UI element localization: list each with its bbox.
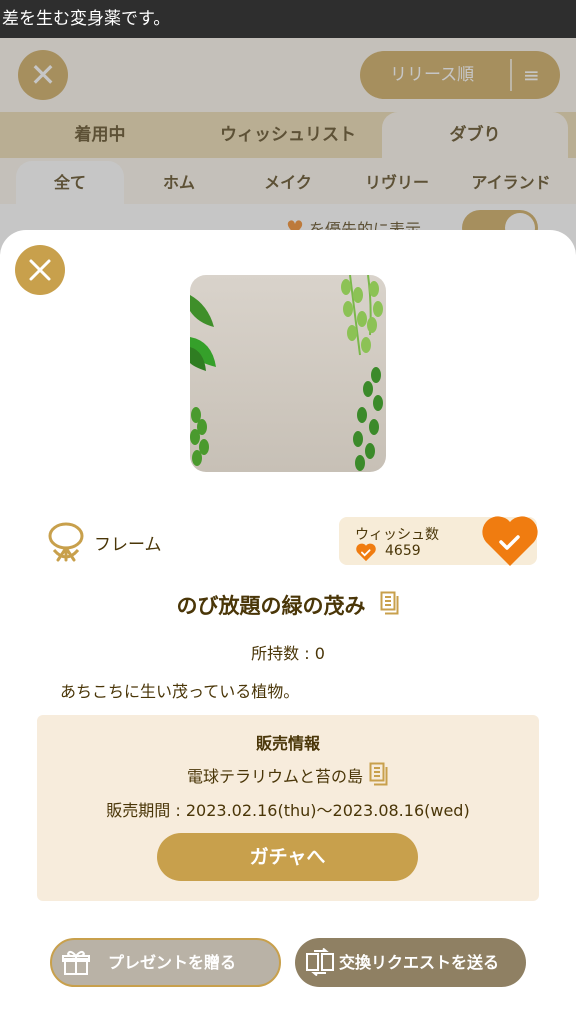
copy-icon[interactable]: [369, 762, 389, 786]
trade-request-label: 交換リクエストを送る: [339, 953, 500, 972]
category-label: フレーム: [94, 535, 162, 555]
item-name: のび放題の緑の茂み: [176, 594, 366, 618]
exchange-icon: [306, 948, 334, 976]
sales-info-title: 販売情報: [255, 734, 320, 753]
copy-icon[interactable]: [380, 591, 400, 615]
wish-heart-button[interactable]: [481, 514, 539, 568]
sales-source-name: 電球テラリウムと苔の島: [186, 767, 363, 786]
item-name-row: のび放題の緑の茂み: [0, 590, 576, 620]
item-detail-sheet: フレーム ウィッシュ数 4659 のび放題の緑の茂み 所持数 : 0 あちこちに…: [0, 230, 576, 1024]
wish-count-label: ウィッシュ数: [355, 527, 439, 543]
marquee-text: 差を生む変身薬です。: [2, 9, 171, 29]
close-icon: [29, 259, 51, 281]
sales-period: 販売期間 : 2023.02.16(thu)〜2023.08.16(wed): [106, 801, 470, 820]
send-present-button[interactable]: プレゼントを贈る: [50, 938, 281, 987]
wish-count-value: 4659: [385, 543, 421, 559]
sales-source-row: 電球テラリウムと苔の島: [37, 762, 539, 787]
sales-info-panel: 販売情報 電球テラリウムと苔の島 販売期間 : 2023.02.16(thu)〜…: [37, 715, 539, 901]
vine-illustration: [190, 275, 383, 471]
item-description: あちこちに生い茂っている植物。: [60, 682, 300, 701]
frame-icon: [48, 522, 84, 562]
close-button[interactable]: [15, 245, 65, 295]
send-present-label: プレゼントを贈る: [108, 953, 237, 972]
gacha-button[interactable]: ガチャへ: [157, 833, 418, 881]
marquee-banner: 差を生む変身薬です。: [0, 0, 576, 38]
heart-check-icon: [356, 543, 376, 562]
gift-icon: [62, 950, 90, 975]
trade-request-button[interactable]: 交換リクエストを送る: [295, 938, 526, 987]
wish-count-box: ウィッシュ数 4659: [339, 514, 539, 568]
owned-count: 所持数 : 0: [251, 644, 325, 663]
item-thumbnail: [190, 275, 386, 472]
